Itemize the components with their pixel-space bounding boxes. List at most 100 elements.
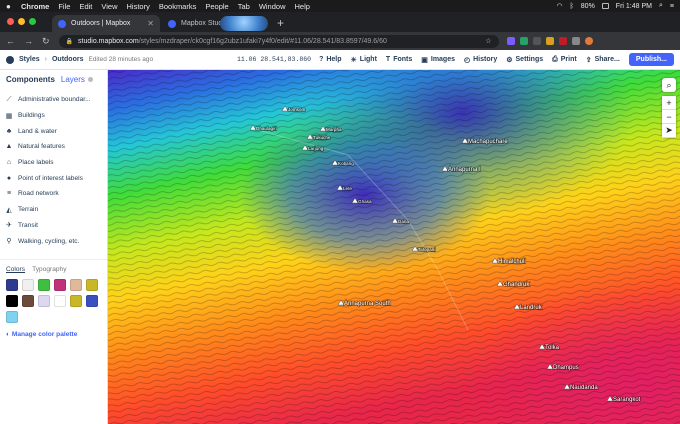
color-swatch[interactable] bbox=[86, 278, 98, 291]
close-window-button[interactable] bbox=[7, 18, 14, 25]
component-item[interactable]: ◭ Terrain bbox=[0, 202, 107, 218]
place-label: Himalchuli bbox=[498, 259, 526, 265]
publish-button[interactable]: Publish... bbox=[628, 53, 674, 66]
history-button[interactable]: ◴ History bbox=[464, 56, 497, 64]
menu-window[interactable]: Window bbox=[259, 2, 286, 11]
color-swatch[interactable] bbox=[54, 278, 66, 291]
wifi-icon[interactable]: ◠ bbox=[556, 2, 562, 10]
color-swatch[interactable] bbox=[6, 278, 18, 291]
notification-center-icon[interactable]: ≡ bbox=[670, 3, 674, 10]
contour-lines bbox=[108, 70, 680, 424]
reload-icon[interactable]: ↻ bbox=[42, 36, 50, 47]
color-swatch[interactable] bbox=[22, 278, 34, 291]
place-label: Lete bbox=[343, 186, 352, 191]
bluetooth-icon[interactable]: ᛒ bbox=[570, 3, 574, 10]
place-label: Naudanda bbox=[570, 385, 598, 391]
share-button[interactable]: ⇪ Share... bbox=[586, 56, 620, 64]
building-icon: ▦ bbox=[5, 112, 13, 120]
share-icon: ⇪ bbox=[585, 56, 592, 64]
address-bar[interactable]: 🔒 studio.mapbox.com/styles/mzdraper/ck0c… bbox=[58, 34, 499, 48]
component-item[interactable]: ▲ Natural features bbox=[0, 139, 107, 155]
print-button[interactable]: ⎙ Print bbox=[552, 56, 577, 64]
place-label: Landruk bbox=[520, 305, 543, 311]
menu-tab[interactable]: Tab bbox=[238, 2, 250, 11]
compass-icon: ➤ bbox=[665, 125, 673, 135]
minus-icon: − bbox=[666, 111, 672, 122]
spotlight-icon[interactable]: ⌕ bbox=[659, 2, 663, 10]
extension-icon[interactable] bbox=[506, 37, 515, 45]
menu-bookmarks[interactable]: Bookmarks bbox=[159, 2, 197, 11]
zoom-out-button[interactable]: − bbox=[662, 110, 676, 124]
mapbox-logo-icon[interactable] bbox=[6, 55, 14, 64]
color-swatch[interactable] bbox=[6, 294, 18, 307]
edited-timestamp: Edited 28 minutes ago bbox=[88, 56, 154, 63]
color-swatch[interactable] bbox=[38, 278, 50, 291]
fonts-button[interactable]: T Fonts bbox=[386, 56, 412, 63]
print-icon: ⎙ bbox=[552, 55, 558, 63]
extension-icon[interactable] bbox=[545, 37, 554, 45]
back-icon[interactable]: ← bbox=[6, 36, 15, 46]
component-item[interactable]: ● Point of interest labels bbox=[0, 170, 107, 186]
tab-typography[interactable]: Typography bbox=[32, 266, 66, 273]
color-swatch[interactable] bbox=[6, 310, 18, 323]
menu-chrome[interactable]: Chrome bbox=[21, 2, 49, 11]
bookmark-star-icon[interactable]: ☆ bbox=[485, 37, 491, 45]
menu-view[interactable]: View bbox=[101, 2, 117, 11]
terrain-map[interactable]: Dhaulagiri Jomsom Marpha Tukuche Larjung Koba… bbox=[108, 70, 680, 424]
clock[interactable]: Fri 1:48 PM bbox=[616, 3, 652, 10]
browser-toolbar: ← → ↻ 🔒 studio.mapbox.com/styles/mzdrape… bbox=[0, 32, 680, 50]
color-swatch[interactable] bbox=[38, 294, 50, 307]
zoom-in-button[interactable]: + bbox=[662, 96, 676, 110]
color-swatch[interactable] bbox=[22, 294, 34, 307]
map-search-button[interactable]: ⌕ bbox=[662, 78, 676, 92]
zoom-coords-readout: 11.06 28.541,83.860 bbox=[236, 56, 312, 63]
menu-help[interactable]: Help bbox=[295, 2, 310, 11]
menu-history[interactable]: History bbox=[127, 2, 150, 11]
lock-icon[interactable]: 🔒 bbox=[66, 38, 73, 45]
component-item[interactable]: ▦ Buildings bbox=[0, 108, 107, 124]
breadcrumb-styles[interactable]: Styles bbox=[19, 56, 40, 63]
style-name[interactable]: Outdoors bbox=[52, 56, 84, 63]
component-item[interactable]: ⚲ Walking, cycling, etc. bbox=[0, 233, 107, 249]
forward-icon[interactable]: → bbox=[24, 36, 33, 46]
color-swatch[interactable] bbox=[86, 294, 98, 307]
tab-colors[interactable]: Colors bbox=[6, 266, 25, 273]
tab-outdoors[interactable]: Outdoors | Mapbox ✕ bbox=[52, 15, 160, 32]
minimize-window-button[interactable] bbox=[18, 18, 25, 25]
component-item[interactable]: ⟋ Administrative boundar... bbox=[0, 92, 107, 108]
help-button[interactable]: ? Help bbox=[319, 56, 341, 63]
compass-button[interactable]: ➤ bbox=[662, 124, 676, 138]
color-swatch[interactable] bbox=[70, 278, 82, 291]
panel-tabs: Components Layers bbox=[0, 70, 107, 88]
manage-color-palette-link[interactable]: ◐ Manage color palette bbox=[0, 323, 107, 346]
new-tab-button[interactable]: + bbox=[277, 16, 284, 30]
tab-components[interactable]: Components bbox=[6, 75, 55, 84]
menu-people[interactable]: People bbox=[205, 2, 228, 11]
light-button[interactable]: ☀ Light bbox=[351, 56, 377, 64]
zoom-window-button[interactable] bbox=[29, 18, 36, 25]
profile-avatar[interactable] bbox=[584, 37, 593, 45]
tab-mapbox-studio[interactable]: Mapbox Studio ✕ bbox=[162, 15, 270, 32]
tab-layers[interactable]: Layers bbox=[61, 75, 93, 84]
color-swatch[interactable] bbox=[54, 294, 66, 307]
settings-button[interactable]: ⚙ Settings bbox=[506, 56, 543, 64]
extension-icon[interactable] bbox=[558, 37, 567, 45]
extension-icon[interactable] bbox=[571, 37, 580, 45]
component-item[interactable]: ⌂ Place labels bbox=[0, 155, 107, 171]
component-list: ⟋ Administrative boundar... ▦ Buildings ♣ L… bbox=[0, 92, 107, 249]
battery-icon[interactable] bbox=[601, 3, 609, 9]
map-canvas[interactable]: Dhaulagiri Jomsom Marpha Tukuche Larjung Koba… bbox=[108, 70, 680, 424]
component-item[interactable]: ≡ Road network bbox=[0, 186, 107, 202]
color-swatch[interactable] bbox=[70, 294, 82, 307]
images-button[interactable]: ▣ Images bbox=[421, 56, 455, 64]
place-label: Dhampus bbox=[553, 365, 579, 371]
menu-edit[interactable]: Edit bbox=[79, 2, 92, 11]
extension-icon[interactable] bbox=[532, 37, 541, 45]
extension-icon[interactable] bbox=[519, 37, 528, 45]
menu-file[interactable]: File bbox=[58, 2, 70, 11]
fonts-icon: T bbox=[385, 56, 391, 63]
close-tab-icon[interactable]: ✕ bbox=[147, 19, 154, 28]
component-item[interactable]: ✈ Transit bbox=[0, 218, 107, 234]
component-item[interactable]: ♣ Land & water bbox=[0, 123, 107, 139]
apple-icon[interactable]: ● bbox=[6, 2, 14, 11]
